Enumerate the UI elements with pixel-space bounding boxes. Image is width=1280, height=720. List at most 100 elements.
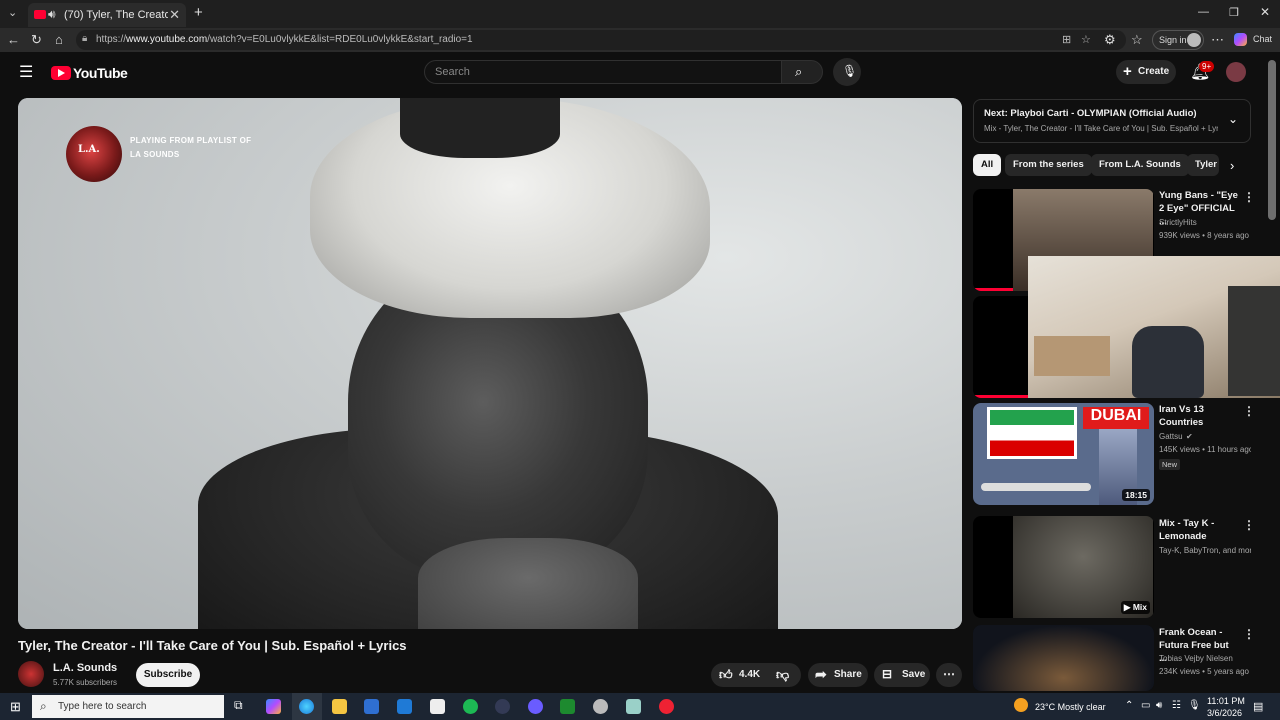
show-hidden-icons-icon[interactable]: ⌃ — [1125, 700, 1133, 711]
picture-in-picture-window[interactable] — [1028, 256, 1280, 398]
mix-badge: ▶︎ Mix — [1120, 601, 1150, 614]
search-input[interactable]: Search — [424, 60, 782, 84]
favorite-star-icon[interactable]: ☆ — [1081, 33, 1091, 46]
notification-center-icon[interactable]: ▤ — [1253, 700, 1263, 713]
more-icon[interactable]: ⋯ — [1211, 32, 1224, 48]
dubai-label-image: DUBAI — [1083, 407, 1149, 429]
volume-icon[interactable]: 🔊︎ — [1156, 700, 1162, 711]
search-button[interactable]: ⌕ — [781, 60, 823, 84]
profile-icon — [1187, 33, 1201, 47]
more-vertical-icon[interactable]: ⋮ — [1243, 190, 1255, 204]
task-view-icon[interactable]: ⧉ — [234, 698, 243, 713]
subscriber-count: 5.77K subscribers — [53, 678, 118, 687]
recommendation-meta: 234K views • 5 years ago — [1159, 667, 1249, 676]
recommendation-thumbnail[interactable]: DUBAI 18:15 — [973, 403, 1154, 505]
browser-tab[interactable]: 🔊︎ (70) Tyler, The Creator - I'll Take C… — [28, 3, 186, 27]
menu-icon[interactable]: ☰ — [19, 62, 33, 82]
weather-text[interactable]: 23°C Mostly clear — [1035, 702, 1106, 712]
discord-icon[interactable] — [528, 699, 543, 714]
network-icon[interactable]: ☷ — [1172, 700, 1181, 711]
account-avatar[interactable] — [1226, 62, 1246, 82]
taskbar-search-placeholder: Type here to search — [58, 701, 147, 712]
speaker-icon[interactable]: 🔊︎ — [48, 7, 56, 22]
file-explorer-icon[interactable] — [332, 699, 347, 714]
search-icon: ⌕ — [40, 699, 47, 713]
chevron-down-icon[interactable]: ⌄ — [1228, 112, 1238, 126]
like-count[interactable]: 4.4K — [739, 669, 760, 680]
spotify-icon[interactable] — [463, 699, 478, 714]
recommendation-channel[interactable]: Tay-K, BabyTron, and more — [1159, 544, 1251, 558]
chip-from-series[interactable]: From the series — [1005, 154, 1092, 176]
more-vertical-icon[interactable]: ⋮ — [1243, 404, 1255, 418]
missile-image — [981, 483, 1091, 491]
close-tab-icon[interactable]: ✕ — [169, 7, 180, 23]
chrome-icon[interactable] — [659, 699, 674, 714]
page-scrollbar[interactable] — [1268, 60, 1276, 220]
save-button[interactable]: ⊟ Save — [874, 663, 930, 687]
xbox-icon[interactable] — [560, 699, 575, 714]
channel-name[interactable]: L.A. Sounds — [53, 662, 117, 674]
recommendation-title[interactable]: Mix - Tay K - Lemonade — [1159, 517, 1239, 543]
weather-icon[interactable] — [1014, 698, 1028, 712]
new-tab-icon[interactable]: + — [194, 4, 203, 21]
chat-label[interactable]: Chat — [1253, 34, 1272, 44]
recommendation-title[interactable]: Iran Vs 13 Countries — [1159, 403, 1239, 429]
recommendation-channel[interactable]: StrictlyHits — [1159, 216, 1251, 230]
recommendation-channel[interactable]: Gattsu — [1159, 430, 1251, 444]
refresh-icon[interactable]: ↻ — [31, 32, 42, 48]
windows-start-icon[interactable]: ⊞ — [10, 699, 21, 715]
dislike-icon[interactable]: 👎︎ — [776, 667, 789, 683]
snipping-tool-icon[interactable] — [626, 699, 641, 714]
youtube-logo-text[interactable]: YouTube — [73, 65, 128, 81]
microphone-icon[interactable]: 🎙︎ — [1188, 700, 1201, 711]
minimize-icon[interactable]: — — [1198, 6, 1209, 18]
app-icon[interactable] — [593, 699, 608, 714]
back-icon[interactable]: ← — [7, 32, 20, 47]
home-icon[interactable]: ⌂ — [55, 32, 63, 47]
tab-list-icon[interactable]: ⌄ — [8, 6, 17, 19]
more-vertical-icon[interactable]: ⋮ — [1243, 627, 1255, 641]
favorites-icon[interactable]: ☆ — [1131, 32, 1143, 48]
share-button[interactable]: ➦ Share — [808, 663, 868, 687]
url-field[interactable]: 🔒︎ https://www.youtube.com/watch?v=E0Lu0… — [76, 30, 1126, 50]
mail-icon[interactable] — [397, 699, 412, 714]
sign-in-label: Sign in — [1159, 35, 1187, 45]
notepad-icon[interactable] — [430, 699, 445, 714]
like-icon[interactable]: 👍︎ — [719, 667, 733, 683]
subscribe-button[interactable]: Subscribe — [136, 663, 200, 687]
taskbar-search-input[interactable]: ⌕ Type here to search — [32, 695, 224, 718]
copilot-app-icon[interactable] — [266, 699, 281, 714]
up-next-subtitle: Mix - Tyler, The Creator - I'll Take Car… — [984, 124, 1218, 133]
thumbnail-image — [973, 625, 1154, 691]
more-vertical-icon[interactable]: ⋮ — [1243, 518, 1255, 532]
recommendation-thumbnail[interactable] — [973, 625, 1154, 691]
more-actions-button[interactable]: ⋯ — [936, 663, 962, 687]
close-window-icon[interactable]: ✕ — [1260, 5, 1270, 19]
recommendation-thumbnail[interactable]: ▶︎ Mix — [973, 516, 1154, 618]
restore-icon[interactable]: ❐ — [1229, 6, 1239, 19]
channel-avatar[interactable] — [18, 661, 44, 687]
chip-from-channel[interactable]: From L.A. Sounds — [1091, 154, 1189, 176]
app-available-icon[interactable]: ⊞ — [1062, 33, 1071, 46]
up-next-panel[interactable]: Next: Playboi Carti - OLYMPIAN (Official… — [973, 99, 1251, 143]
clock-time[interactable]: 11:01 PM — [1207, 696, 1245, 706]
playlist-watermark: PLAYING FROM PLAYLIST OF LA SOUNDS — [130, 134, 251, 162]
battery-icon[interactable]: ▭ — [1141, 700, 1150, 711]
recommendation-channel[interactable]: Tobias Vejby Nielsen — [1159, 652, 1251, 666]
media-app-icon[interactable] — [495, 699, 510, 714]
plus-icon: + — [1123, 63, 1132, 80]
copilot-icon[interactable] — [1234, 33, 1247, 46]
store-icon[interactable] — [364, 699, 379, 714]
playlist-line-1: PLAYING FROM PLAYLIST OF — [130, 136, 252, 145]
chevron-right-icon[interactable]: › — [1230, 158, 1234, 173]
sign-in-button[interactable]: Sign in — [1152, 30, 1204, 50]
chip-tyler[interactable]: Tyler — [1187, 154, 1219, 176]
chip-all[interactable]: All — [973, 154, 1002, 176]
voice-search-button[interactable]: 🎙︎ — [833, 58, 861, 86]
create-button[interactable]: + Create — [1116, 60, 1176, 84]
video-player[interactable]: L.A. PLAYING FROM PLAYLIST OF LA SOUNDS — [18, 98, 962, 629]
clock-date[interactable]: 3/6/2026 — [1207, 708, 1242, 718]
iran-flag-image — [987, 407, 1077, 459]
extensions-icon[interactable]: ⚙ — [1104, 32, 1116, 48]
video-frame-hat-top — [400, 98, 560, 158]
